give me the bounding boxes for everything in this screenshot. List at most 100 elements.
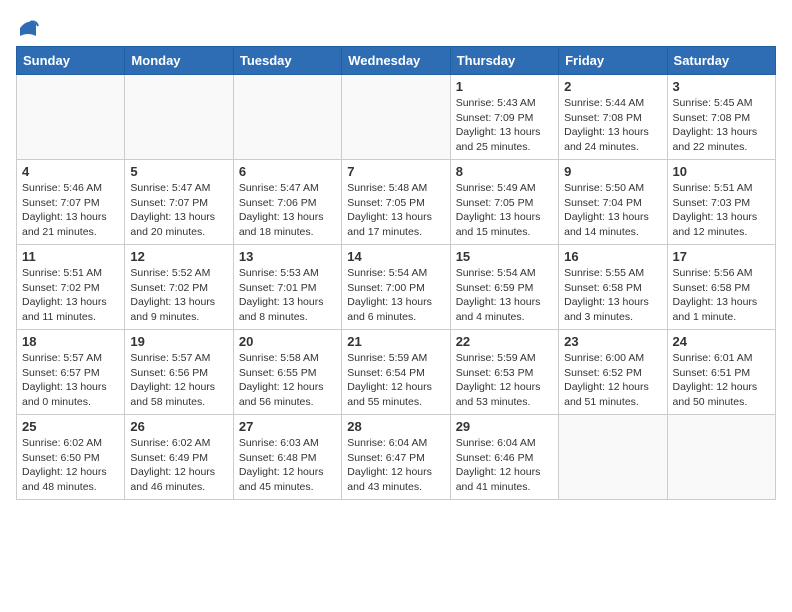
day-cell: 14 Sunrise: 5:54 AM Sunset: 7:00 PM Dayli… [342, 245, 450, 330]
day-cell [559, 415, 667, 500]
day-info: Sunrise: 5:57 AM Sunset: 6:56 PM Dayligh… [130, 351, 227, 410]
day-number: 6 [239, 164, 336, 179]
day-cell: 15 Sunrise: 5:54 AM Sunset: 6:59 PM Dayli… [450, 245, 558, 330]
day-info: Sunrise: 5:59 AM Sunset: 6:53 PM Dayligh… [456, 351, 553, 410]
day-number: 14 [347, 249, 444, 264]
day-info: Sunrise: 6:02 AM Sunset: 6:49 PM Dayligh… [130, 436, 227, 495]
day-number: 26 [130, 419, 227, 434]
header-monday: Monday [125, 47, 233, 75]
week-row-5: 25 Sunrise: 6:02 AM Sunset: 6:50 PM Dayli… [17, 415, 776, 500]
day-info: Sunrise: 5:56 AM Sunset: 6:58 PM Dayligh… [673, 266, 770, 325]
day-cell: 6 Sunrise: 5:47 AM Sunset: 7:06 PM Daylig… [233, 160, 341, 245]
day-cell: 20 Sunrise: 5:58 AM Sunset: 6:55 PM Dayli… [233, 330, 341, 415]
day-info: Sunrise: 5:49 AM Sunset: 7:05 PM Dayligh… [456, 181, 553, 240]
day-cell: 18 Sunrise: 5:57 AM Sunset: 6:57 PM Dayli… [17, 330, 125, 415]
header-thursday: Thursday [450, 47, 558, 75]
day-number: 28 [347, 419, 444, 434]
day-cell: 7 Sunrise: 5:48 AM Sunset: 7:05 PM Daylig… [342, 160, 450, 245]
day-info: Sunrise: 5:57 AM Sunset: 6:57 PM Dayligh… [22, 351, 119, 410]
day-cell: 8Sunrise: 5:49 AM Sunset: 7:05 PM Daylig… [450, 160, 558, 245]
day-number: 10 [673, 164, 770, 179]
logo-icon [16, 16, 40, 40]
day-info: Sunrise: 5:59 AM Sunset: 6:54 PM Dayligh… [347, 351, 444, 410]
header-sunday: Sunday [17, 47, 125, 75]
day-info: Sunrise: 5:54 AM Sunset: 6:59 PM Dayligh… [456, 266, 553, 325]
day-number: 22 [456, 334, 553, 349]
day-info: Sunrise: 5:47 AM Sunset: 7:07 PM Dayligh… [130, 181, 227, 240]
day-cell: 5 Sunrise: 5:47 AM Sunset: 7:07 PM Daylig… [125, 160, 233, 245]
day-cell: 16 Sunrise: 5:55 AM Sunset: 6:58 PM Dayli… [559, 245, 667, 330]
day-info: Sunrise: 5:48 AM Sunset: 7:05 PM Dayligh… [347, 181, 444, 240]
day-cell: 10 Sunrise: 5:51 AM Sunset: 7:03 PM Dayli… [667, 160, 775, 245]
day-cell: 9 Sunrise: 5:50 AM Sunset: 7:04 PM Daylig… [559, 160, 667, 245]
day-cell: 17 Sunrise: 5:56 AM Sunset: 6:58 PM Dayli… [667, 245, 775, 330]
day-number: 23 [564, 334, 661, 349]
day-number: 19 [130, 334, 227, 349]
day-number: 4 [22, 164, 119, 179]
day-cell: 27Sunrise: 6:03 AM Sunset: 6:48 PM Dayli… [233, 415, 341, 500]
day-info: Sunrise: 6:01 AM Sunset: 6:51 PM Dayligh… [673, 351, 770, 410]
day-info: Sunrise: 6:04 AM Sunset: 6:47 PM Dayligh… [347, 436, 444, 495]
header-wednesday: Wednesday [342, 47, 450, 75]
day-number: 15 [456, 249, 553, 264]
day-number: 18 [22, 334, 119, 349]
day-cell: 12 Sunrise: 5:52 AM Sunset: 7:02 PM Dayli… [125, 245, 233, 330]
day-info: Sunrise: 5:54 AM Sunset: 7:00 PM Dayligh… [347, 266, 444, 325]
day-number: 21 [347, 334, 444, 349]
day-number: 25 [22, 419, 119, 434]
week-row-4: 18 Sunrise: 5:57 AM Sunset: 6:57 PM Dayli… [17, 330, 776, 415]
day-info: Sunrise: 5:43 AM Sunset: 7:09 PM Dayligh… [456, 96, 553, 155]
day-cell: 25 Sunrise: 6:02 AM Sunset: 6:50 PM Dayli… [17, 415, 125, 500]
day-number: 9 [564, 164, 661, 179]
day-number: 20 [239, 334, 336, 349]
header-saturday: Saturday [667, 47, 775, 75]
day-cell: 21 Sunrise: 5:59 AM Sunset: 6:54 PM Dayli… [342, 330, 450, 415]
day-number: 12 [130, 249, 227, 264]
day-number: 3 [673, 79, 770, 94]
week-row-3: 11Sunrise: 5:51 AM Sunset: 7:02 PM Dayli… [17, 245, 776, 330]
day-number: 27 [239, 419, 336, 434]
day-info: Sunrise: 5:51 AM Sunset: 7:03 PM Dayligh… [673, 181, 770, 240]
day-info: Sunrise: 5:46 AM Sunset: 7:07 PM Dayligh… [22, 181, 119, 240]
day-number: 2 [564, 79, 661, 94]
day-cell: 13 Sunrise: 5:53 AM Sunset: 7:01 PM Dayli… [233, 245, 341, 330]
day-number: 13 [239, 249, 336, 264]
day-cell [125, 75, 233, 160]
day-number: 16 [564, 249, 661, 264]
day-info: Sunrise: 5:45 AM Sunset: 7:08 PM Dayligh… [673, 96, 770, 155]
header-tuesday: Tuesday [233, 47, 341, 75]
header-friday: Friday [559, 47, 667, 75]
day-info: Sunrise: 5:44 AM Sunset: 7:08 PM Dayligh… [564, 96, 661, 155]
day-info: Sunrise: 6:02 AM Sunset: 6:50 PM Dayligh… [22, 436, 119, 495]
day-info: Sunrise: 5:47 AM Sunset: 7:06 PM Dayligh… [239, 181, 336, 240]
day-cell: 2 Sunrise: 5:44 AM Sunset: 7:08 PM Daylig… [559, 75, 667, 160]
day-cell [17, 75, 125, 160]
day-number: 17 [673, 249, 770, 264]
day-number: 29 [456, 419, 553, 434]
day-cell [342, 75, 450, 160]
day-number: 5 [130, 164, 227, 179]
day-cell: 22 Sunrise: 5:59 AM Sunset: 6:53 PM Dayli… [450, 330, 558, 415]
day-info: Sunrise: 5:52 AM Sunset: 7:02 PM Dayligh… [130, 266, 227, 325]
day-info: Sunrise: 5:58 AM Sunset: 6:55 PM Dayligh… [239, 351, 336, 410]
calendar: SundayMondayTuesdayWednesdayThursdayFrid… [16, 46, 776, 500]
day-cell: 1Sunrise: 5:43 AM Sunset: 7:09 PM Daylig… [450, 75, 558, 160]
day-info: Sunrise: 6:04 AM Sunset: 6:46 PM Dayligh… [456, 436, 553, 495]
day-number: 7 [347, 164, 444, 179]
day-number: 24 [673, 334, 770, 349]
day-info: Sunrise: 5:53 AM Sunset: 7:01 PM Dayligh… [239, 266, 336, 325]
day-cell [233, 75, 341, 160]
day-cell: 4 Sunrise: 5:46 AM Sunset: 7:07 PM Daylig… [17, 160, 125, 245]
logo [16, 16, 44, 40]
week-row-2: 4 Sunrise: 5:46 AM Sunset: 7:07 PM Daylig… [17, 160, 776, 245]
day-cell: 23Sunrise: 6:00 AM Sunset: 6:52 PM Dayli… [559, 330, 667, 415]
day-info: Sunrise: 5:50 AM Sunset: 7:04 PM Dayligh… [564, 181, 661, 240]
day-info: Sunrise: 5:55 AM Sunset: 6:58 PM Dayligh… [564, 266, 661, 325]
week-row-1: 1Sunrise: 5:43 AM Sunset: 7:09 PM Daylig… [17, 75, 776, 160]
day-cell: 3 Sunrise: 5:45 AM Sunset: 7:08 PM Daylig… [667, 75, 775, 160]
day-cell [667, 415, 775, 500]
day-cell: 28 Sunrise: 6:04 AM Sunset: 6:47 PM Dayli… [342, 415, 450, 500]
day-cell: 26 Sunrise: 6:02 AM Sunset: 6:49 PM Dayli… [125, 415, 233, 500]
calendar-header-row: SundayMondayTuesdayWednesdayThursdayFrid… [17, 47, 776, 75]
day-cell: 24 Sunrise: 6:01 AM Sunset: 6:51 PM Dayli… [667, 330, 775, 415]
